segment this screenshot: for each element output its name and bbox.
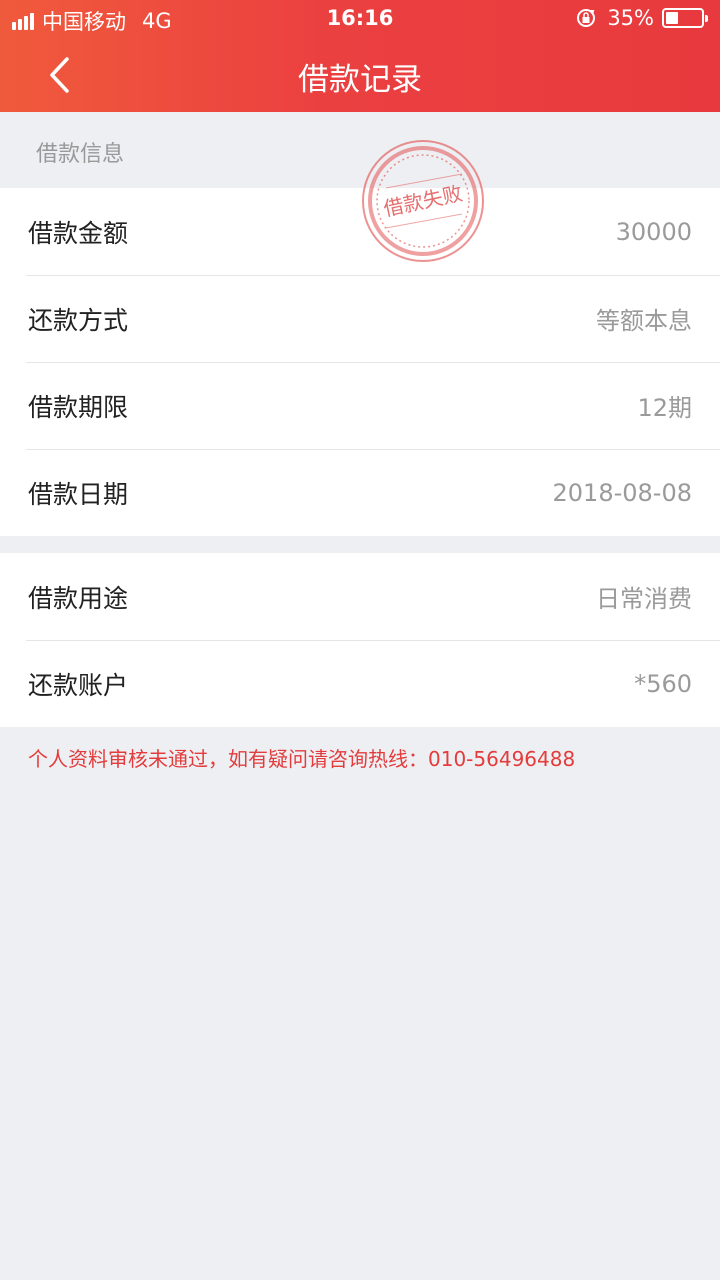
row-label: 借款期限 [28, 392, 129, 422]
row-value: 2018-08-08 [552, 478, 692, 507]
row-label: 借款用途 [28, 583, 129, 613]
row-value: 30000 [615, 217, 692, 246]
rotation-lock-icon [577, 9, 596, 27]
page-title: 借款记录 [298, 62, 422, 98]
battery-percent: 35% [607, 6, 654, 30]
row-label: 借款金额 [28, 218, 129, 248]
battery-icon [662, 8, 708, 28]
status-right: 35% [575, 6, 708, 30]
header: 中国移动 4G 16:16 35% 借款记录 [0, 0, 720, 112]
row-label: 还款账户 [28, 670, 129, 700]
row-label: 借款日期 [28, 479, 129, 509]
nav-bar: 借款记录 [0, 38, 720, 112]
row-loan-term: 借款期限 12期 [0, 362, 720, 449]
row-value: *560 [634, 669, 692, 698]
row-value: 12期 [637, 394, 692, 422]
row-repayment-method: 还款方式 等额本息 [0, 275, 720, 362]
section-title: 借款信息 [36, 142, 125, 167]
loan-failed-stamp-icon: 借款失败 [362, 140, 484, 262]
row-loan-date: 借款日期 2018-08-08 [0, 449, 720, 536]
row-label: 还款方式 [28, 305, 129, 335]
status-bar: 中国移动 4G 16:16 35% [0, 0, 720, 38]
row-value: 等额本息 [596, 307, 692, 335]
row-value: 日常消费 [596, 585, 692, 613]
loan-extra-card: 借款用途 日常消费 还款账户 *560 [0, 553, 720, 727]
row-loan-purpose: 借款用途 日常消费 [0, 553, 720, 640]
row-repayment-account: 还款账户 *560 [0, 640, 720, 727]
review-notice: 个人资料审核未通过，如有疑问请咨询热线：010-56496488 [28, 747, 576, 771]
battery-fill [666, 12, 678, 24]
